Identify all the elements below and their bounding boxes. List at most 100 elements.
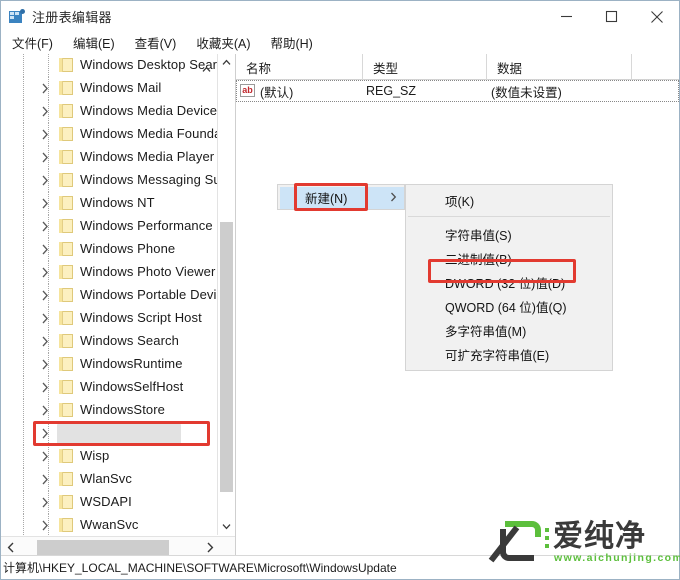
folder-icon xyxy=(59,265,75,279)
selected-key-highlight xyxy=(57,424,181,444)
tree-guide-line xyxy=(23,514,24,535)
tree-guide-line xyxy=(23,238,24,261)
maximize-icon[interactable] xyxy=(589,1,634,32)
tree-item-windows-media-player[interactable]: Windows Media Player xyxy=(1,146,218,169)
submenu-item-dword-value[interactable]: DWORD (32 位)值(D) xyxy=(406,270,612,294)
submenu-item-qword-value[interactable]: QWORD (64 位)值(Q) xyxy=(406,294,612,318)
column-header-type[interactable]: 类型 xyxy=(363,54,487,80)
submenu-item-expandable-string-value[interactable]: 可扩充字符串值(E) xyxy=(406,342,612,366)
tree-item-windows-media-founda[interactable]: Windows Media Founda xyxy=(1,123,218,146)
submenu-item-multi-string-value[interactable]: 多字符串值(M) xyxy=(406,318,612,342)
close-icon[interactable] xyxy=(634,1,679,32)
registry-editor-window: 注册表编辑器 文件(F) 编辑(E) 查看(V) 收藏夹(A) 帮助(H) Wi… xyxy=(0,0,680,580)
chevron-right-icon[interactable] xyxy=(41,451,52,462)
tree-item-wlansvc[interactable]: WlanSvc xyxy=(1,468,218,491)
chevron-right-icon[interactable] xyxy=(41,497,52,508)
tree-guide-line xyxy=(23,77,24,100)
table-row[interactable]: ab (默认) REG_SZ (数值未设置) xyxy=(236,80,679,102)
tree-item-windows-nt[interactable]: Windows NT xyxy=(1,192,218,215)
folder-icon xyxy=(59,472,75,486)
chevron-up-icon[interactable] xyxy=(202,60,213,72)
string-value-icon: ab xyxy=(240,84,255,97)
tree-item-windows-media-device[interactable]: Windows Media Device xyxy=(1,100,218,123)
minimize-icon[interactable] xyxy=(544,1,589,32)
folder-icon xyxy=(59,311,75,325)
chevron-right-icon[interactable] xyxy=(41,221,52,232)
value-data: (数值未设置) xyxy=(491,85,562,100)
submenu-item-key[interactable]: 项(K) xyxy=(406,188,612,212)
tree-item-windowsstore[interactable]: WindowsStore xyxy=(1,399,218,422)
registry-tree: Windows Desktop Sear Windows Mail Windows … xyxy=(1,54,218,535)
chevron-right-icon[interactable] xyxy=(200,537,219,557)
tree-item-label: Windows Performance xyxy=(80,218,213,233)
tree-item-windowsruntime[interactable]: WindowsRuntime xyxy=(1,353,218,376)
tree-item-windows-portable-devi[interactable]: Windows Portable Devi xyxy=(1,284,218,307)
chevron-right-icon[interactable] xyxy=(41,198,52,209)
menu-item-view[interactable]: 查看(V) xyxy=(133,32,186,54)
chevron-right-icon[interactable] xyxy=(41,290,52,301)
menu-item-help[interactable]: 帮助(H) xyxy=(268,32,321,54)
menu-item-favorites[interactable]: 收藏夹(A) xyxy=(194,32,259,54)
chevron-right-icon[interactable] xyxy=(41,267,52,278)
chevron-left-icon[interactable] xyxy=(1,537,20,557)
chevron-right-icon[interactable] xyxy=(41,382,52,393)
tree-item-wisp[interactable]: Wisp xyxy=(1,445,218,468)
tree-item-windows-script-host[interactable]: Windows Script Host xyxy=(1,307,218,330)
chevron-right-icon[interactable] xyxy=(41,359,52,370)
chevron-right-icon[interactable] xyxy=(41,428,52,439)
tree-item-windowsselfhost[interactable]: WindowsSelfHost xyxy=(1,376,218,399)
tree-guide-line xyxy=(23,330,24,353)
context-menu-new-item[interactable]: 新建(N) xyxy=(277,184,405,210)
chevron-right-icon[interactable] xyxy=(41,520,52,531)
chevron-right-icon[interactable] xyxy=(41,175,52,186)
tree-hscroll-thumb[interactable] xyxy=(37,540,169,555)
menu-item-edit[interactable]: 编辑(E) xyxy=(71,32,124,54)
tree-vertical-scrollbar[interactable] xyxy=(217,54,234,535)
tree-guide-line xyxy=(23,307,24,330)
column-header-name[interactable]: 名称 xyxy=(236,54,363,80)
chevron-right-icon[interactable] xyxy=(41,129,52,140)
context-menu-new-label: 新建(N) xyxy=(305,191,348,206)
tree-vscroll-thumb[interactable] xyxy=(220,222,233,492)
chevron-down-icon[interactable] xyxy=(218,518,235,535)
chevron-right-icon[interactable] xyxy=(41,83,52,94)
tree-item-windows-photo-viewer[interactable]: Windows Photo Viewer xyxy=(1,261,218,284)
tree-item-wsdapi[interactable]: WSDAPI xyxy=(1,491,218,514)
tree-item-label: Windows Media Founda xyxy=(80,126,218,141)
menu-item-file[interactable]: 文件(F) xyxy=(10,32,62,54)
tree-item-label: WindowsRuntime xyxy=(80,356,183,371)
chevron-right-icon[interactable] xyxy=(41,474,52,485)
tree-item-label: WindowsStore xyxy=(80,402,166,417)
tree-item-wwansvc[interactable]: WwanSvc xyxy=(1,514,218,535)
tree-horizontal-scrollbar[interactable] xyxy=(1,536,235,557)
chevron-right-icon[interactable] xyxy=(41,405,52,416)
folder-icon xyxy=(59,334,75,348)
chevron-right-icon[interactable] xyxy=(41,106,52,117)
chevron-right-icon[interactable] xyxy=(41,336,52,347)
context-menu-new-submenu[interactable]: 项(K) 字符串值(S) 二进制值(B) DWORD (32 位)值(D) QW… xyxy=(405,184,613,371)
chevron-right-icon[interactable] xyxy=(41,152,52,163)
folder-icon xyxy=(59,288,75,302)
tree-item-windows-performance[interactable]: Windows Performance xyxy=(1,215,218,238)
tree-item-windows-messaging-su[interactable]: Windows Messaging Su xyxy=(1,169,218,192)
column-header-data[interactable]: 数据 xyxy=(487,54,632,80)
folder-icon xyxy=(59,150,75,164)
chevron-right-icon[interactable] xyxy=(41,244,52,255)
column-header-filler xyxy=(632,54,679,80)
tree-item-windows-desktop-sear[interactable]: Windows Desktop Sear xyxy=(1,54,218,77)
tree-item-windows-phone[interactable]: Windows Phone xyxy=(1,238,218,261)
chevron-up-icon[interactable] xyxy=(218,54,235,71)
tree-item-label: Windows Script Host xyxy=(80,310,202,325)
folder-icon xyxy=(59,242,75,256)
tree-item-label: Wisp xyxy=(80,448,110,463)
tree-guide-line xyxy=(23,468,24,491)
tree-item-windows-search[interactable]: Windows Search xyxy=(1,330,218,353)
chevron-right-icon[interactable] xyxy=(41,313,52,324)
registry-tree-pane[interactable]: Windows Desktop Sear Windows Mail Windows … xyxy=(1,54,236,557)
tree-guide-line xyxy=(23,215,24,238)
folder-icon xyxy=(59,127,75,141)
tree-guide-line xyxy=(23,422,24,445)
submenu-item-binary-value[interactable]: 二进制值(B) xyxy=(406,246,612,270)
submenu-item-string-value[interactable]: 字符串值(S) xyxy=(406,222,612,246)
tree-item-windows-mail[interactable]: Windows Mail xyxy=(1,77,218,100)
